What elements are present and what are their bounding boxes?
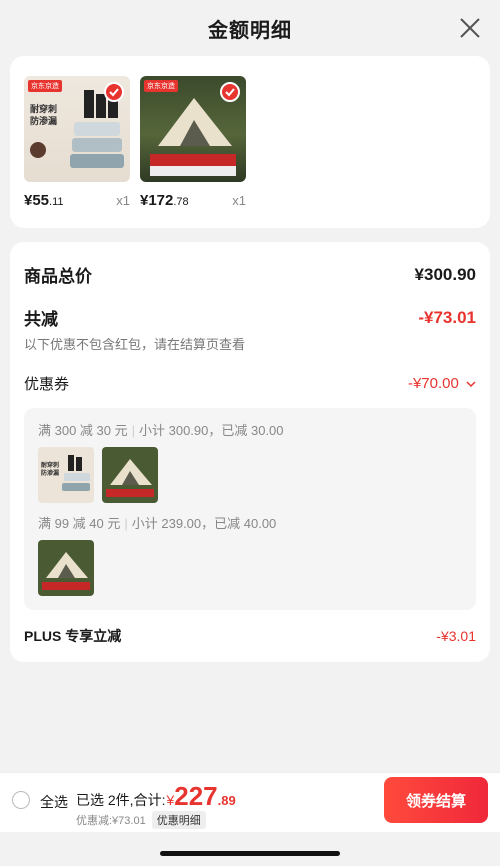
product-image[interactable]: 京东京造 耐穿刺 防渗漏 bbox=[24, 76, 130, 182]
page-title: 金额明细 bbox=[208, 19, 292, 42]
product-quantity: x1 bbox=[116, 193, 130, 208]
checkout-button[interactable]: 领券结算 bbox=[384, 777, 488, 823]
bottom-bar: 全选 已选 2件,合计: ¥ 227 .89 优惠减:¥73.01 优惠明细 领… bbox=[0, 772, 500, 832]
total-amount: 227 bbox=[174, 781, 218, 811]
discount-row: 共减 -¥73.01 bbox=[24, 305, 476, 330]
svg-text:防渗漏: 防渗漏 bbox=[30, 115, 57, 127]
discount-label: 共减 bbox=[24, 310, 58, 329]
order-summary: 已选 2件,合计: ¥ 227 .89 bbox=[76, 781, 236, 812]
coupon-rule: 满 300 减 30 元 | 小计 300.90，已减 30.00 bbox=[38, 423, 284, 438]
product-quantity: x1 bbox=[232, 193, 246, 208]
product-thumbnail bbox=[38, 540, 94, 596]
chevron-down-icon[interactable] bbox=[466, 380, 476, 388]
close-icon[interactable] bbox=[458, 16, 482, 40]
selected-check-icon[interactable] bbox=[104, 82, 124, 102]
product-price: ¥55.11 bbox=[24, 192, 64, 209]
discount-value: -¥73.01 bbox=[418, 307, 476, 327]
product-thumbnail bbox=[102, 447, 158, 503]
total-price-label: 商品总价 bbox=[24, 267, 92, 286]
discount-summary-text: 优惠减:¥73.01 bbox=[76, 815, 146, 827]
svg-text:耐穿刺: 耐穿刺 bbox=[41, 461, 59, 469]
selected-count: 已选 2件,合计: bbox=[76, 792, 166, 808]
product-item[interactable]: 京东京造 耐穿刺 防渗漏 ¥55.11 x1 bbox=[24, 76, 130, 228]
select-all-label[interactable]: 全选 bbox=[40, 792, 68, 812]
selected-check-icon[interactable] bbox=[220, 82, 240, 102]
product-list: 京东京造 耐穿刺 防渗漏 ¥55.11 x1 京东京造 ¥172.78 x1 bbox=[10, 56, 490, 228]
coupon-row[interactable]: 优惠券 -¥70.00 bbox=[24, 373, 476, 394]
total-price-row: 商品总价 ¥300.90 bbox=[24, 262, 476, 287]
product-image[interactable]: 京东京造 bbox=[140, 76, 246, 182]
discount-detail-button[interactable]: 优惠明细 bbox=[151, 811, 206, 829]
svg-text:耐穿刺: 耐穿刺 bbox=[30, 103, 57, 115]
plus-discount-label: PLUS 专享立减 bbox=[24, 628, 122, 644]
product-thumbnail: 耐穿刺 防渗漏 bbox=[38, 447, 94, 503]
coupon-value[interactable]: -¥70.00 bbox=[408, 375, 476, 392]
plus-discount-value: -¥3.01 bbox=[436, 628, 476, 644]
total-price-value: ¥300.90 bbox=[414, 264, 476, 284]
coupon-label: 优惠券 bbox=[24, 376, 70, 393]
select-all-radio[interactable] bbox=[12, 791, 30, 809]
discount-summary: 优惠减:¥73.01 优惠明细 bbox=[76, 811, 206, 829]
plus-discount-row: PLUS 专享立减 -¥3.01 bbox=[24, 626, 476, 646]
home-indicator[interactable] bbox=[160, 851, 340, 856]
total-amount-decimal: .89 bbox=[217, 793, 236, 808]
product-item[interactable]: 京东京造 ¥172.78 x1 bbox=[140, 76, 246, 228]
coupon-detail-box: 满 300 减 30 元 | 小计 300.90，已减 30.00 耐穿刺 防渗漏 bbox=[24, 408, 476, 610]
currency-symbol: ¥ bbox=[166, 792, 175, 808]
amount-detail: 商品总价 ¥300.90 共减 -¥73.01 以下优惠不包含红包，请在结算页查… bbox=[10, 242, 490, 662]
coupon-rule: 满 99 减 40 元 | 小计 239.00，已减 40.00 bbox=[38, 516, 277, 531]
header: 金额明细 bbox=[0, 0, 500, 56]
product-price: ¥172.78 bbox=[140, 192, 189, 209]
svg-text:防渗漏: 防渗漏 bbox=[41, 469, 59, 477]
discount-note: 以下优惠不包含红包，请在结算页查看 bbox=[24, 337, 246, 352]
